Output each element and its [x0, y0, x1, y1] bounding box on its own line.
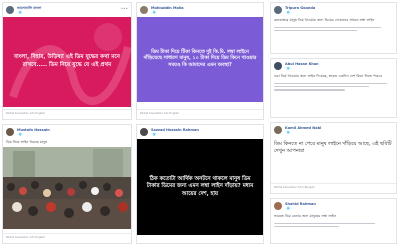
crowd-photo[interactable] — [3, 147, 131, 229]
comment-preview — [271, 220, 396, 230]
post-image-text: ডিম টাকা দিয়ে টিকা কিনতে দুই কি.মি. লম্… — [143, 49, 257, 68]
post-card-1[interactable]: ভালোবাসি বাংলা · 🌐 ••• বাংলা, বিহার, উড়… — [2, 2, 132, 120]
translation-footer: Partial translation from Bengali — [271, 183, 396, 193]
translation-footer: Partial translation into English — [137, 109, 263, 119]
post-author[interactable]: Mohiuddin Molla — [151, 6, 184, 10]
post-caption: ভারতে ডিম কেনার জন্য মানুষের লম্বা লাইন — [274, 214, 337, 218]
post-time: · 🌐 — [151, 133, 156, 136]
post-time: · 🌐 — [151, 11, 156, 14]
post-image-card[interactable]: ডিম টাকা দিয়ে টিকা কিনতে দুই কি.মি. লম্… — [137, 17, 263, 102]
avatar[interactable] — [274, 202, 282, 210]
translation-label[interactable]: Partial translation into English — [6, 112, 45, 115]
post-caption: ওরা ডিম খাওয়ার জন্য লাইন দিয়েছে, ভারত … — [274, 74, 382, 78]
translation-footer: Partial translation into English — [3, 233, 131, 243]
translation-label[interactable]: Partial translation into English — [140, 112, 179, 115]
post-time: · 🌐 — [285, 131, 290, 134]
post-card-3[interactable]: Tripura Goonda · 🌐 কলকাতার মানুষ ডিম খাও… — [270, 2, 397, 54]
post-card-6[interactable]: Sazzad Hossain Rahman · 🌐 ঠিক কতোটা আর্থ… — [136, 124, 264, 244]
comment-preview — [271, 24, 396, 34]
post-author[interactable]: Mustafa Hossain — [17, 128, 50, 132]
comment-preview — [271, 80, 396, 93]
post-header: Abul Hasan Khan · 🌐 — [271, 59, 396, 73]
post-author[interactable]: Sazzad Hossain Rahman — [151, 128, 199, 132]
post-time: · 🌐 — [17, 11, 22, 14]
post-header: ভালোবাসি বাংলা · 🌐 ••• — [3, 3, 131, 17]
post-header: Mustafa Hossain · 🌐 — [3, 125, 131, 139]
post-time: · 🌐 — [285, 207, 290, 210]
post-image-text: বাংলা, বিহার, উড়িষ্যা এই ডিম যুদ্ধের কথ… — [14, 54, 120, 68]
post-author[interactable]: Kamil Ahmed Nabi — [285, 126, 321, 130]
post-image-card[interactable]: বাংলা, বিহার, উড়িষ্যা এই ডিম যুদ্ধের কথ… — [3, 17, 131, 107]
post-time: · 🌐 — [285, 67, 290, 70]
avatar[interactable] — [274, 126, 282, 134]
avatar[interactable] — [274, 6, 282, 14]
post-caption: ডিম নিয়ে লাইন ধরেছে মানুষ — [6, 140, 47, 144]
translation-footer: Partial translation into English — [3, 109, 131, 119]
post-card-2[interactable]: Mohiuddin Molla · 🌐 ডিম টাকা দিয়ে টিকা … — [136, 2, 264, 120]
post-time: · 🌐 — [17, 133, 22, 136]
post-header: Mohiuddin Molla · 🌐 — [137, 3, 263, 17]
post-author[interactable]: Abul Hasan Khan — [285, 62, 319, 66]
post-header: Tripura Goonda · 🌐 — [271, 3, 396, 17]
post-author[interactable]: Tripura Goonda — [285, 6, 315, 10]
avatar[interactable] — [6, 6, 14, 14]
post-header: Shahid Rahman · 🌐 — [271, 199, 396, 213]
post-card-4[interactable]: Abul Hasan Khan · 🌐 ওরা ডিম খাওয়ার জন্য… — [270, 58, 397, 118]
post-caption: ডিম কিনতে না পেরে মানুষ লাইনে দাঁড়িয়ে … — [274, 141, 392, 155]
post-image-card[interactable]: ঠিক কতোটা আর্থিক অনটনে থাকলে মানুষ ডিম ট… — [137, 139, 263, 235]
avatar[interactable] — [140, 128, 148, 136]
post-card-5[interactable]: Mustafa Hossain · 🌐 ডিম নিয়ে লাইন ধরেছে… — [2, 124, 132, 244]
translation-label[interactable]: Partial translation into English — [6, 236, 45, 239]
avatar[interactable] — [274, 62, 282, 70]
translation-label[interactable]: Partial translation from Bengali — [274, 186, 314, 189]
post-image-text: ঠিক কতোটা আর্থিক অনটনে থাকলে মানুষ ডিম ট… — [146, 176, 254, 197]
post-card-8[interactable]: Shahid Rahman · 🌐 ভারতে ডিম কেনার জন্য ম… — [270, 198, 397, 244]
avatar[interactable] — [6, 128, 14, 136]
more-options-icon[interactable]: ••• — [121, 6, 128, 11]
post-header: Sazzad Hossain Rahman · 🌐 — [137, 125, 263, 139]
post-header: Kamil Ahmed Nabi · 🌐 — [271, 123, 396, 137]
post-card-7[interactable]: Kamil Ahmed Nabi · 🌐 ডিম কিনতে না পেরে ম… — [270, 122, 397, 194]
crowd-image — [3, 147, 131, 229]
post-caption: কলকাতার মানুষ ডিম খাওয়ার জন্য ডিমের দোক… — [274, 18, 375, 22]
avatar[interactable] — [140, 6, 148, 14]
post-author[interactable]: Shahid Rahman — [285, 202, 316, 206]
post-time: · 🌐 — [285, 11, 290, 14]
